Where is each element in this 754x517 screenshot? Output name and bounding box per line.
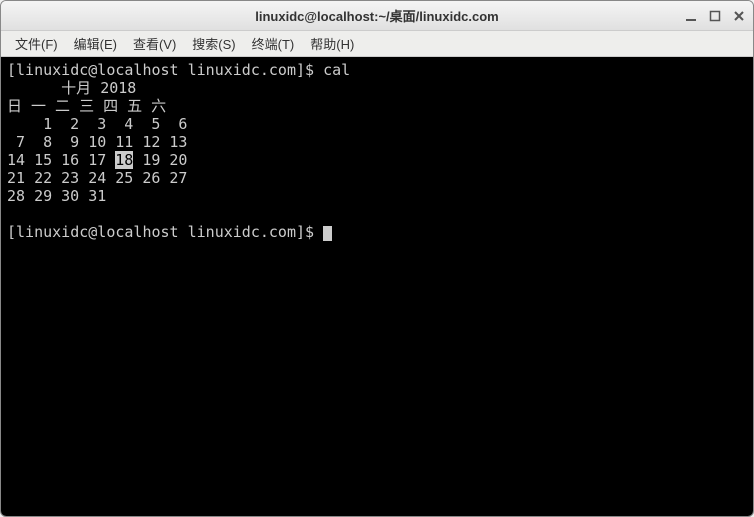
window-title: linuxidc@localhost:~/桌面/linuxidc.com — [255, 6, 498, 25]
cal-day: 6 — [169, 115, 187, 133]
cursor — [323, 226, 332, 241]
cal-day: 23 — [61, 169, 79, 187]
cal-day: 24 — [88, 169, 106, 187]
cal-day: 31 — [88, 187, 106, 205]
cal-day: 26 — [142, 169, 160, 187]
cal-day: 5 — [142, 115, 160, 133]
prompt-line-1: [linuxidc@localhost linuxidc.com]$ cal — [7, 61, 747, 79]
cal-day: 22 — [34, 169, 52, 187]
cal-row-3: 21 22 23 24 25 26 27 — [7, 169, 747, 187]
cal-day: 17 — [88, 151, 106, 169]
cal-day: 10 — [88, 133, 106, 151]
cal-day: 25 — [115, 169, 133, 187]
prompt-text: [linuxidc@localhost linuxidc.com]$ — [7, 61, 323, 79]
cal-day: 29 — [34, 187, 52, 205]
cal-day: 1 — [34, 115, 52, 133]
menu-file[interactable]: 文件(F) — [7, 31, 66, 56]
terminal-window: linuxidc@localhost:~/桌面/linuxidc.com 文件(… — [0, 0, 754, 517]
menu-help[interactable]: 帮助(H) — [302, 31, 362, 56]
terminal-area[interactable]: [linuxidc@localhost linuxidc.com]$ cal 十… — [1, 57, 753, 516]
cal-day: 12 — [142, 133, 160, 151]
prompt-text: [linuxidc@localhost linuxidc.com]$ — [7, 223, 323, 241]
cal-day: 18 — [115, 151, 133, 169]
cal-row-4: 28 29 30 31 — [7, 187, 747, 205]
cal-day: 8 — [34, 133, 52, 151]
cal-day: 16 — [61, 151, 79, 169]
cal-day: 30 — [61, 187, 79, 205]
menu-terminal[interactable]: 终端(T) — [244, 31, 303, 56]
cal-day: 4 — [115, 115, 133, 133]
command-text: cal — [323, 61, 350, 79]
cal-day: 19 — [142, 151, 160, 169]
prompt-line-2: [linuxidc@localhost linuxidc.com]$ — [7, 223, 747, 241]
blank-line — [7, 205, 747, 223]
cal-day: 11 — [115, 133, 133, 151]
cal-day: 3 — [88, 115, 106, 133]
cal-day: 14 — [7, 151, 25, 169]
window-controls — [685, 10, 745, 22]
menu-edit[interactable]: 编辑(E) — [66, 31, 125, 56]
cal-day: 9 — [61, 133, 79, 151]
cal-title: 十月 2018 — [7, 79, 747, 97]
cal-row-2: 14 15 16 17 18 19 20 — [7, 151, 747, 169]
menubar: 文件(F) 编辑(E) 查看(V) 搜索(S) 终端(T) 帮助(H) — [1, 31, 753, 57]
maximize-button[interactable] — [709, 10, 721, 22]
cal-day: 13 — [169, 133, 187, 151]
titlebar[interactable]: linuxidc@localhost:~/桌面/linuxidc.com — [1, 1, 753, 31]
minimize-button[interactable] — [685, 10, 697, 22]
cal-day: 27 — [169, 169, 187, 187]
cal-day-highlight: 18 — [115, 151, 133, 169]
close-button[interactable] — [733, 10, 745, 22]
cal-day: 20 — [169, 151, 187, 169]
cal-weekdays: 日 一 二 三 四 五 六 — [7, 97, 747, 115]
menu-view[interactable]: 查看(V) — [125, 31, 184, 56]
cal-row-1: 789 10 11 12 13 — [7, 133, 747, 151]
cal-day: 2 — [61, 115, 79, 133]
cal-day: 28 — [7, 187, 25, 205]
cal-day: 7 — [7, 133, 25, 151]
menu-search[interactable]: 搜索(S) — [184, 31, 243, 56]
cal-row-0: 123456 — [7, 115, 747, 133]
cal-day: 15 — [34, 151, 52, 169]
cal-day: 21 — [7, 169, 25, 187]
